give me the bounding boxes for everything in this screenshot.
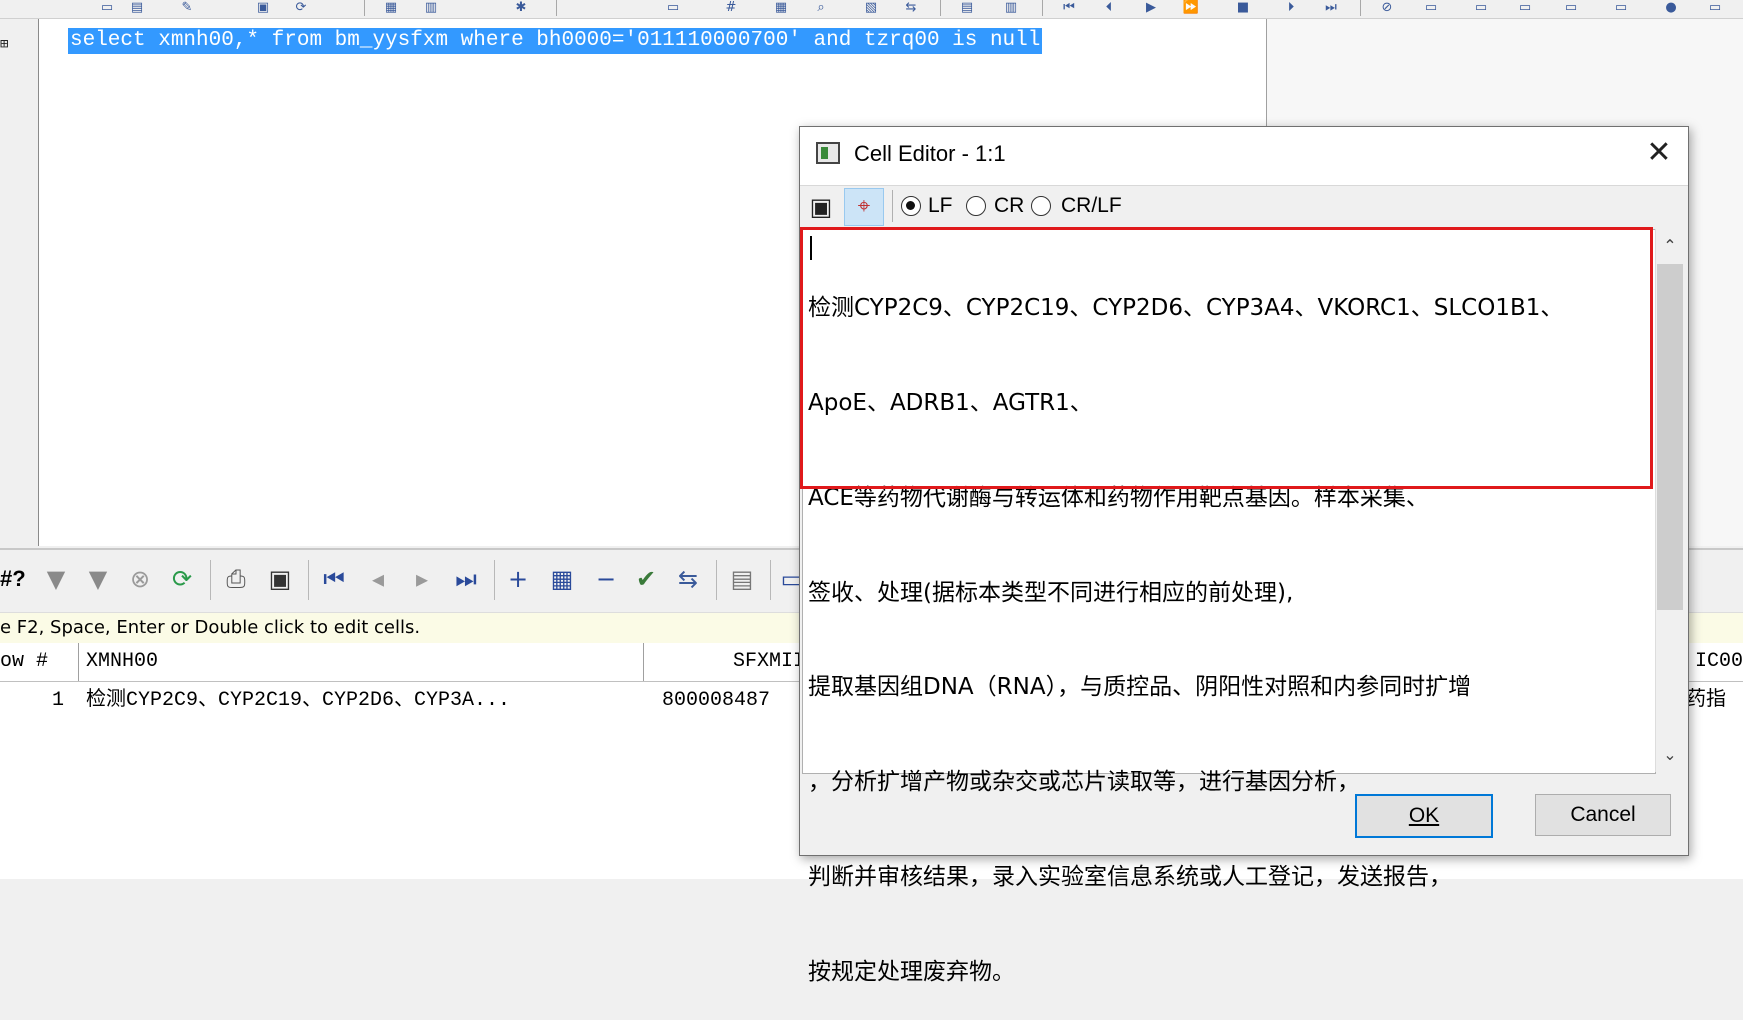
hash-icon[interactable]: # [720,0,742,15]
new-icon[interactable]: ▭ [96,0,118,15]
next-icon[interactable]: ⏵ [1280,0,1302,15]
crlf-radio[interactable] [1031,196,1051,216]
scroll-up-icon[interactable]: ⌃ [1657,236,1683,256]
column-header-row-num[interactable]: ow # [0,643,79,681]
duplicate-record-icon[interactable]: ▦ [546,560,578,598]
cell-ic00[interactable]: 药指 [1686,682,1743,720]
editor-gutter [0,19,39,546]
filter-icon[interactable]: ▼ [40,560,72,598]
find-icon[interactable]: ⌕ [810,0,832,15]
cell-xmnh00[interactable]: 检测CYP2C9、CYP2C19、CYP2D6、CYP3A... [86,682,646,720]
first-icon[interactable]: ⏮ [1058,0,1080,15]
text-line: 签收、处理(据标本类型不同进行相应的前处理), [808,579,1294,606]
grid-icon[interactable]: ▥ [420,0,442,15]
stop-icon[interactable]: ■ [1232,0,1254,15]
break-icon[interactable]: ⊘ [1376,0,1398,15]
cancel-button[interactable]: Cancel [1535,794,1671,836]
lf-radio[interactable] [901,196,921,216]
text-line: 提取基因组DNA（RNA），与质控品、阴阳性对照和内参同时扩增 [808,674,1472,701]
cell-editor-icon [816,142,840,164]
single-record-icon[interactable]: ▤ [726,560,758,598]
query-by-example-label[interactable]: #? [0,566,26,592]
cell-sfxm[interactable]: 800008487 [662,682,802,720]
import-icon[interactable]: ▭ [1560,0,1582,15]
toolbar-divider [892,190,893,222]
commit-icon[interactable]: ▭ [1420,0,1442,15]
print-icon[interactable]: ▭ [1610,0,1632,15]
delete-record-icon[interactable]: − [590,560,622,598]
help-icon[interactable]: ▭ [1704,0,1726,15]
post-changes-icon[interactable]: ✔ [630,560,662,598]
rollback-icon[interactable]: ▭ [1470,0,1492,15]
first-record-icon[interactable]: ⏮ [318,560,350,598]
cancel-query-icon[interactable]: ⊗ [124,560,156,598]
lf-label[interactable]: LF [928,194,953,218]
text-line: 判断并审核结果，录入实验室信息系统或人工登记，发送报告， [808,863,1452,890]
ok-button[interactable]: OK [1355,794,1493,838]
step-icon[interactable]: ⏴ [1098,0,1120,15]
row-number: 1 [51,689,64,712]
prev-record-icon[interactable]: ◂ [362,560,394,598]
run-icon[interactable]: ▶ [1140,0,1162,15]
filter-clear-icon[interactable]: ▼ [82,560,114,598]
last-icon[interactable]: ⏭ [1320,0,1342,15]
save-icon[interactable]: ▣ [806,193,836,221]
highlight-box [800,227,1653,489]
insert-record-icon[interactable]: + [502,560,534,598]
save-grid-icon[interactable]: ▣ [264,560,296,598]
open-icon[interactable]: ▤ [126,0,148,15]
last-record-icon[interactable]: ⏭ [450,560,482,598]
scroll-down-icon[interactable]: ⌄ [1657,745,1683,765]
refresh-grid-icon[interactable]: ⟳ [166,560,198,598]
column-header-sfxm[interactable]: SFXMII [646,643,806,681]
query-icon[interactable]: ▧ [860,0,882,15]
close-icon[interactable]: ✕ [1642,136,1676,170]
sql-text[interactable]: select xmnh00,* from bm_yysfxm where bh0… [68,28,1043,54]
bookmark-icon[interactable]: ✱ [510,0,532,15]
stats-icon[interactable]: ▤ [956,0,978,15]
table-icon[interactable]: ▦ [770,0,792,15]
print-grid-icon[interactable]: ⎙ [220,560,252,598]
next-record-icon[interactable]: ▸ [406,560,438,598]
cr-radio[interactable] [966,196,986,216]
text-line: ，分析扩增产物或杂交或芯片读取等，进行基因分析， [808,769,1360,796]
scrollbar-thumb[interactable] [1657,264,1683,610]
format-icon[interactable]: ▦ [380,0,402,15]
crlf-label[interactable]: CR/LF [1061,194,1122,218]
edit-icon[interactable]: ✎ [176,0,198,15]
window-icon[interactable]: ▭ [662,0,684,15]
options-icon[interactable]: ● [1660,0,1682,15]
dialog-title: Cell Editor - 1:1 [854,141,1006,166]
refresh-icon[interactable]: ⟳ [290,0,312,15]
cr-label[interactable]: CR [994,194,1024,218]
export-icon[interactable]: ▭ [1514,0,1536,15]
replace-icon[interactable]: ⇆ [900,0,922,15]
column-header-xmnh00[interactable]: XMNH00 [80,643,644,681]
text-line: 按规定处理废弃物。 [808,958,1015,985]
word-wrap-icon[interactable]: ⌖ [844,188,884,226]
explain-icon[interactable]: ▥ [1000,0,1022,15]
fold-icon[interactable]: ⊞ [0,36,8,52]
save-icon[interactable]: ▣ [252,0,274,15]
run-all-icon[interactable]: ⏩ [1180,0,1202,15]
column-header-ic00[interactable]: IC00 [1680,643,1743,681]
main-toolbar: ▭ ▤ ✎ ▣ ⟳ ▦ ▥ ✱ ▭ # ▦ ⌕ ▧ ⇆ ▤ ▥ ⏮ ⏴ ▶ ⏩ … [0,0,1743,19]
revert-icon[interactable]: ⇆ [672,560,704,598]
